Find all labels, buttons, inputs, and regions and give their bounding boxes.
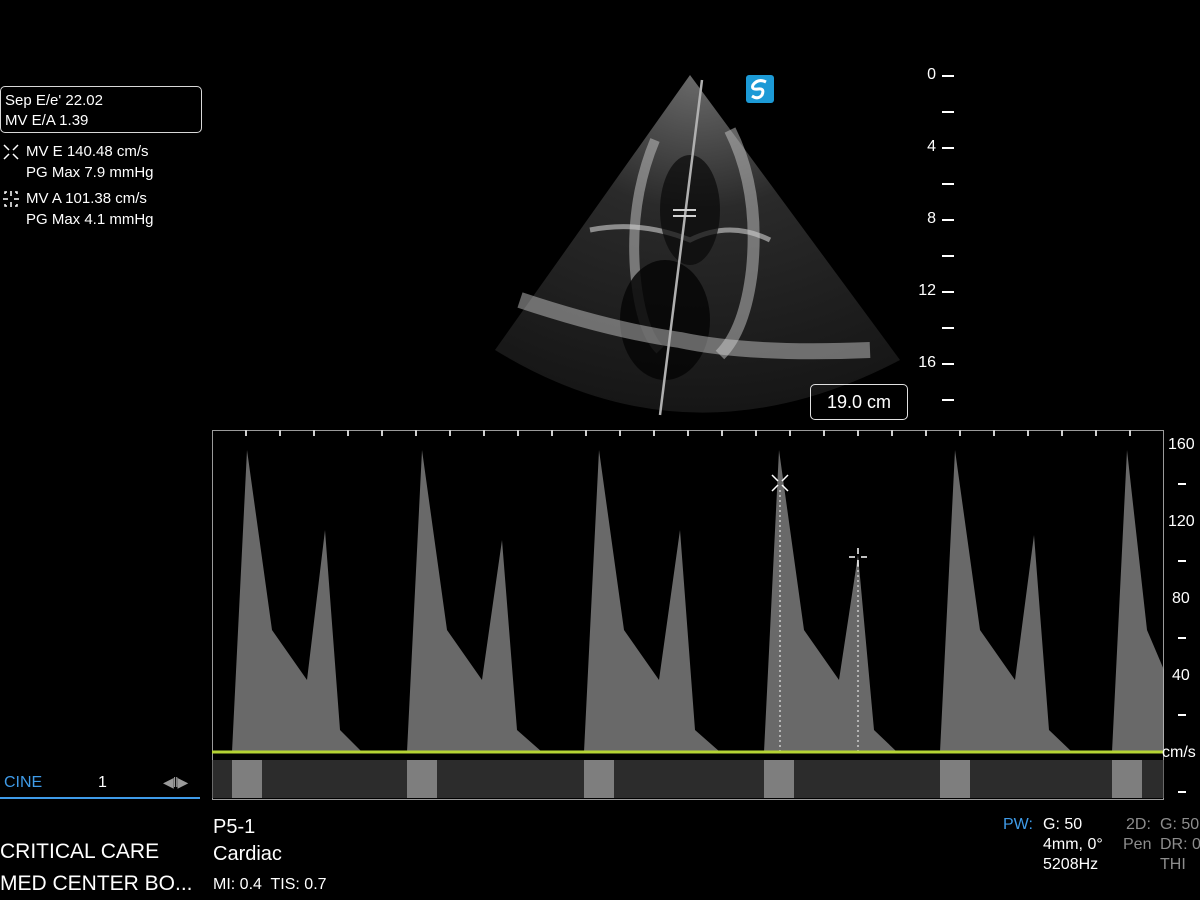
- velocity-label-160: 160: [1168, 436, 1195, 453]
- vendor-logo-icon: [746, 75, 774, 103]
- velocity-tick: [1178, 560, 1186, 562]
- depth-label-16: 16: [918, 354, 936, 371]
- echo-2d-sector-image: [495, 75, 900, 416]
- depth-tick: [942, 363, 954, 365]
- mv-e-pg-max: PG Max 7.9 mmHg: [26, 164, 154, 181]
- depth-label-4: 4: [927, 138, 936, 155]
- mv-e-a-ratio: MV E/A 1.39: [5, 112, 89, 129]
- sep-e-e-prime: Sep E/e' 22.02: [5, 92, 103, 109]
- depth-label-8: 8: [927, 210, 936, 227]
- depth-label-0: 0: [927, 66, 936, 83]
- twod-mode-label: 2D:: [1126, 816, 1151, 833]
- velocity-label-80: 80: [1172, 590, 1190, 607]
- mv-a-velocity: MV A 101.38 cm/s: [26, 190, 147, 207]
- depth-tick: [942, 327, 954, 329]
- pw-doppler-spectrum: [212, 430, 1164, 800]
- twod-pen-label: Pen: [1123, 836, 1152, 853]
- pw-mode-label: PW:: [1003, 816, 1033, 833]
- depth-tick: [942, 255, 954, 257]
- velocity-tick: [1178, 483, 1186, 485]
- site-name-line1: CRITICAL CARE: [0, 840, 160, 863]
- pw-gate-angle: 4mm, 0°: [1043, 836, 1103, 853]
- depth-tick: [942, 183, 954, 185]
- twod-gain: G: 50: [1160, 816, 1200, 833]
- pw-prf: 5208Hz: [1043, 856, 1099, 873]
- depth-tick: [942, 399, 954, 401]
- velocity-scale: 160 120 80 40 cm/s: [1162, 430, 1200, 800]
- depth-tick: [942, 111, 954, 113]
- depth-tick: [942, 219, 954, 221]
- depth-scale: 0 4 8 12 16: [880, 64, 960, 414]
- cine-underline: [0, 797, 200, 799]
- twod-thi: THI: [1160, 856, 1186, 873]
- mv-e-velocity: MV E 140.48 cm/s: [26, 143, 149, 160]
- depth-tick: [942, 75, 954, 77]
- depth-tick: [942, 147, 954, 149]
- velocity-tick: [1178, 714, 1186, 716]
- probe-name: P5-1: [213, 816, 256, 838]
- mi-tis-readout: MI: 0.4 TIS: 0.7: [213, 876, 327, 893]
- velocity-tick: [1178, 637, 1186, 639]
- site-name-line2: MED CENTER BO...: [0, 872, 193, 895]
- pw-gain: G: 50: [1043, 816, 1083, 833]
- depth-label-12: 12: [918, 282, 936, 299]
- probe-preset: Cardiac: [213, 843, 282, 865]
- velocity-unit: cm/s: [1162, 744, 1196, 761]
- cross-caliper-icon: [3, 191, 19, 207]
- cine-playback-controls[interactable]: ◀‖▶: [163, 774, 188, 791]
- velocity-label-120: 120: [1168, 513, 1195, 530]
- twod-dynamic-range: DR: 0: [1160, 836, 1200, 853]
- velocity-tick: [1178, 791, 1186, 793]
- mv-a-pg-max: PG Max 4.1 mmHg: [26, 211, 154, 228]
- depth-readout[interactable]: 19.0 cm: [810, 384, 908, 420]
- cine-label[interactable]: CINE: [4, 774, 42, 792]
- x-caliper-icon: [3, 144, 19, 160]
- measurement-results-box: Sep E/e' 22.02 MV E/A 1.39: [0, 86, 202, 133]
- cine-frame-number: 1: [98, 774, 107, 791]
- depth-tick: [942, 291, 954, 293]
- velocity-label-40: 40: [1172, 667, 1190, 684]
